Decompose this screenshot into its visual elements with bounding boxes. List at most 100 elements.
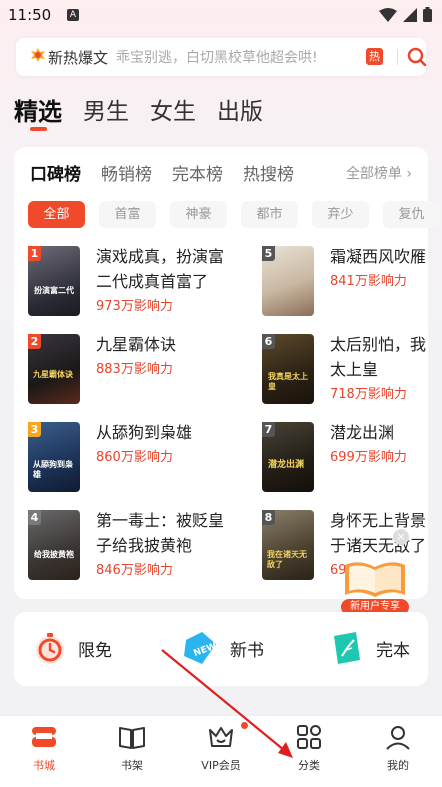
notification-a-icon: A <box>67 9 79 21</box>
rank-number: 4 <box>28 510 41 525</box>
filter-chip[interactable]: 弃少 <box>312 201 369 228</box>
tab-bestseller-rank[interactable]: 畅销榜 <box>101 160 152 185</box>
nav-vip[interactable]: VIP会员 <box>186 722 256 773</box>
search-bar[interactable]: 新热爆文 乖宝别逃，白切黑校草他超会哄! 热 <box>16 38 428 76</box>
open-book-icon <box>345 562 405 597</box>
quick-link-free[interactable]: 限免 <box>32 630 112 666</box>
bottom-nav: 书城 书架 VIP会员 分类 我的 <box>0 715 442 787</box>
ranking-card: 口碑榜 畅销榜 完本榜 热搜榜 全部榜单 › 全部 首富 神豪 都市 弃少 复仇… <box>14 147 440 599</box>
book-item[interactable]: 从舔狗到枭雄 3 从舔狗到枭雄 860万影响力 <box>28 422 228 492</box>
rank-number: 5 <box>262 246 275 261</box>
book-title: 身怀无上背景于诸天无敌了 <box>330 511 427 555</box>
fire-icon <box>30 47 46 67</box>
filter-chip[interactable]: 都市 <box>241 201 298 228</box>
cover-text: 扮演富二代 <box>34 286 74 295</box>
quick-link-completed[interactable]: 完本 <box>326 630 410 666</box>
book-heat: 718万影响力 <box>330 387 407 402</box>
rank-number: 7 <box>262 422 275 437</box>
close-icon[interactable]: × <box>393 529 409 545</box>
quick-link-label: 限免 <box>78 640 112 661</box>
quick-link-label: 新书 <box>230 640 264 661</box>
status-icons <box>379 7 432 22</box>
search-divider <box>397 49 398 65</box>
status-time: 11:50 <box>8 6 52 24</box>
book-heat: 846万影响力 <box>96 563 173 578</box>
book-item[interactable]: 给我披黄袍 4 第一毒士：被贬皇子给我披黄袍 846万影响力 <box>28 510 228 580</box>
feather-book-icon <box>334 632 360 664</box>
quick-links-card: 限免 NEW 新书 完本 <box>14 612 428 686</box>
filter-chip[interactable]: 全部 <box>28 201 85 228</box>
nav-label: 我的 <box>387 759 409 772</box>
tab-featured[interactable]: 精选 <box>14 92 62 127</box>
quick-link-new-books[interactable]: NEW 新书 <box>180 630 264 666</box>
book-item[interactable]: 扮演富二代 1 演戏成真，扮演富二代成真首富了 973万影响力 <box>28 246 228 316</box>
notification-dot <box>241 722 248 729</box>
book-item[interactable]: 潜龙出渊 7 潜龙出渊 699万影响力 <box>262 422 428 492</box>
new-tag-icon: NEW <box>184 632 218 664</box>
search-icon[interactable] <box>406 46 428 72</box>
grid-icon <box>297 725 321 749</box>
wifi-icon <box>379 7 397 22</box>
battery-icon <box>423 7 432 22</box>
bookstore-icon <box>32 727 56 747</box>
search-hot-label: 新热爆文 <box>48 48 109 67</box>
book-heat: 973万影响力 <box>96 299 173 314</box>
book-title: 太后别怕，我太上皇 <box>330 335 427 379</box>
book-heat: 841万影响力 <box>330 274 407 289</box>
new-user-promo[interactable]: × 新用户专享 <box>341 529 413 615</box>
genre-filters: 全部 首富 神豪 都市 弃少 复仇 <box>28 201 442 228</box>
signal-icon <box>403 7 417 22</box>
nav-profile[interactable]: 我的 <box>363 722 433 773</box>
hot-badge: 热 <box>366 48 383 65</box>
book-title: 九星霸体诀 <box>96 335 177 354</box>
filter-chip[interactable]: 首富 <box>99 201 156 228</box>
active-tab-indicator <box>30 127 47 131</box>
nav-label: 分类 <box>298 759 320 772</box>
nav-bookshelf[interactable]: 书架 <box>97 722 167 773</box>
book-title: 潜龙出渊 <box>330 423 395 442</box>
top-tabs: 精选 男生 女生 出版 <box>14 92 284 127</box>
cover-text: 我真是太上皇 <box>268 372 308 391</box>
book-item[interactable]: 九星霸体诀 2 九星霸体诀 883万影响力 <box>28 334 228 404</box>
rank-number: 2 <box>28 334 41 349</box>
nav-label: 书架 <box>121 759 143 772</box>
tab-published[interactable]: 出版 <box>217 92 263 127</box>
book-title: 霜凝西风吹雁 <box>330 247 427 266</box>
quick-link-label: 完本 <box>376 640 410 661</box>
rank-number: 8 <box>262 510 275 525</box>
nav-label: VIP会员 <box>201 759 241 772</box>
cover-text: 我在诸天无敌了 <box>267 550 307 569</box>
book-title: 演戏成真，扮演富二代成真首富了 <box>96 247 225 291</box>
book-item[interactable]: 5 霜凝西风吹雁 841万影响力 <box>262 246 428 316</box>
book-heat: 883万影响力 <box>96 362 173 377</box>
tab-hot-search-rank[interactable]: 热搜榜 <box>243 160 294 185</box>
cover-text: 从舔狗到枭雄 <box>33 460 73 479</box>
open-book-icon <box>119 727 145 749</box>
book-item[interactable]: 我真是太上皇 6 太后别怕，我太上皇 718万影响力 <box>262 334 428 404</box>
book-title: 从舔狗到枭雄 <box>96 423 193 442</box>
search-input[interactable]: 乖宝别逃，白切黑校草他超会哄! <box>116 47 318 67</box>
nav-bookstore[interactable]: 书城 <box>9 722 79 773</box>
rank-number: 1 <box>28 246 41 261</box>
tab-male[interactable]: 男生 <box>83 92 129 127</box>
all-rankings-link[interactable]: 全部榜单 › <box>346 163 412 183</box>
crown-icon <box>209 727 233 747</box>
cover-text: 九星霸体诀 <box>33 370 73 379</box>
nav-label: 书城 <box>33 759 55 772</box>
filter-chip[interactable]: 神豪 <box>170 201 227 228</box>
book-heat: 860万影响力 <box>96 450 173 465</box>
nav-category[interactable]: 分类 <box>274 722 344 773</box>
tab-completed-rank[interactable]: 完本榜 <box>172 160 223 185</box>
cover-text: 给我披黄袍 <box>34 550 74 559</box>
cover-text: 潜龙出渊 <box>268 460 305 470</box>
rank-number: 3 <box>28 422 41 437</box>
filter-chip[interactable]: 复仇 <box>383 201 440 228</box>
book-title: 第一毒士：被贬皇子给我披黄袍 <box>96 511 225 555</box>
book-heat: 699万影响力 <box>330 450 407 465</box>
user-icon <box>386 726 410 750</box>
tab-female[interactable]: 女生 <box>150 92 196 127</box>
tab-reputation-rank[interactable]: 口碑榜 <box>30 160 81 185</box>
ranking-tabs: 口碑榜 畅销榜 完本榜 热搜榜 <box>30 160 314 185</box>
stopwatch-icon <box>36 633 64 664</box>
status-bar: 11:50 A <box>0 0 442 32</box>
